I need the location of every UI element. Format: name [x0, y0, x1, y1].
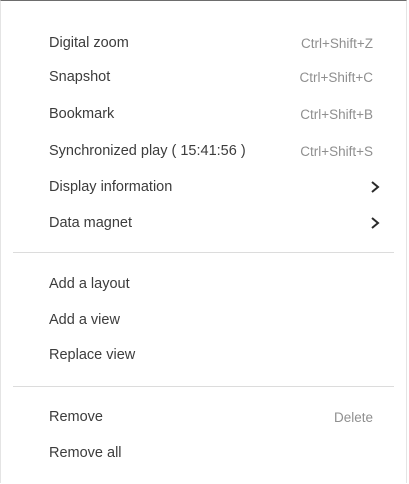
menu-item-remove[interactable]: Remove Delete	[1, 400, 406, 434]
menu-item-label: Remove	[49, 409, 103, 425]
menu-item-label: Digital zoom	[49, 35, 129, 51]
menu-item-add-view[interactable]: Add a view	[1, 303, 406, 337]
menu-item-label: Display information	[49, 179, 173, 195]
menu-item-add-layout[interactable]: Add a layout	[1, 267, 406, 301]
menu-separator	[13, 386, 394, 387]
chevron-right-icon	[371, 217, 380, 229]
menu-item-label: Data magnet	[49, 215, 133, 231]
menu-item-bookmark[interactable]: Bookmark Ctrl+Shift+B	[1, 97, 406, 131]
shortcut-label: Ctrl+Shift+S	[300, 143, 373, 159]
chevron-right-icon	[371, 181, 380, 193]
menu-item-label: Bookmark	[49, 106, 115, 122]
menu-item-replace-view[interactable]: Replace view	[1, 338, 406, 372]
menu-item-snapshot[interactable]: Snapshot Ctrl+Shift+C	[1, 60, 406, 94]
shortcut-label: Delete	[333, 409, 373, 425]
menu-item-label: Add a layout	[49, 276, 130, 292]
menu-separator	[13, 252, 394, 253]
menu-item-label: Snapshot	[49, 69, 111, 85]
menu-item-digital-zoom[interactable]: Digital zoom Ctrl+Shift+Z	[1, 26, 406, 60]
shortcut-label: Ctrl+Shift+C	[299, 69, 373, 85]
shortcut-label: Ctrl+Shift+Z	[300, 35, 373, 51]
menu-item-label: Synchronized play ( 15:41:56 )	[49, 143, 246, 159]
menu-item-synchronized-play[interactable]: Synchronized play ( 15:41:56 ) Ctrl+Shif…	[1, 134, 406, 168]
menu-item-display-information[interactable]: Display information	[1, 170, 406, 204]
menu-item-label: Add a view	[49, 312, 120, 328]
menu-item-label: Remove all	[49, 445, 122, 461]
menu-item-data-magnet[interactable]: Data magnet	[1, 206, 406, 240]
menu-item-label: Replace view	[49, 347, 136, 363]
context-menu: Digital zoom Ctrl+Shift+Z Snapshot Ctrl+…	[0, 0, 407, 483]
menu-item-remove-all[interactable]: Remove all	[1, 436, 406, 470]
shortcut-label: Ctrl+Shift+B	[300, 106, 373, 122]
